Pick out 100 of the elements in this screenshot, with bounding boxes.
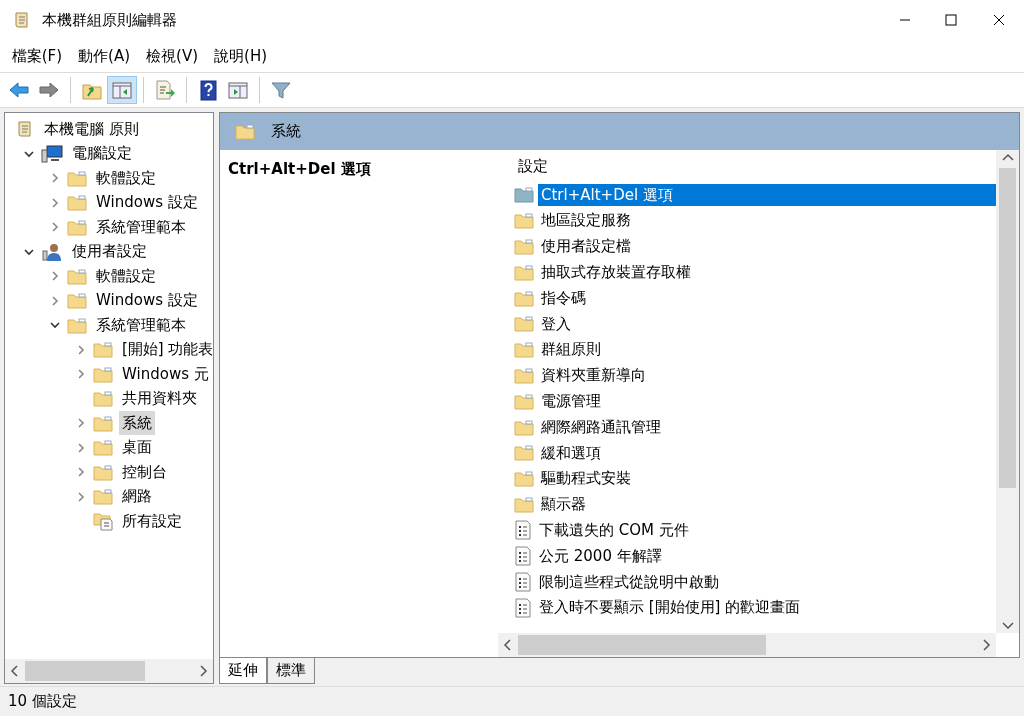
settings-list-icon <box>514 597 532 618</box>
folder-icon <box>514 289 534 307</box>
chevron-right-icon[interactable] <box>75 490 87 503</box>
filter-icon <box>270 79 292 101</box>
folder-icon <box>67 292 87 309</box>
list-item[interactable]: 公元 2000 年解譯 <box>536 544 665 568</box>
export-list-icon <box>154 79 176 101</box>
chevron-right-icon[interactable] <box>49 172 61 184</box>
list-item[interactable]: 指令碼 <box>538 286 589 310</box>
tree-item[interactable]: Windows 設定 <box>93 288 201 313</box>
folder-icon <box>93 341 113 358</box>
show-pane-icon <box>227 79 249 101</box>
chevron-right-icon[interactable] <box>49 294 61 307</box>
list-item[interactable]: 抽取式存放裝置存取權 <box>538 261 694 284</box>
folder-icon <box>235 123 255 140</box>
folder-icon <box>514 315 534 333</box>
tree-item[interactable]: [開始] 功能表 <box>119 337 213 362</box>
column-header[interactable]: 設定 <box>498 150 996 182</box>
folder-icon <box>67 267 87 285</box>
chevron-right-icon[interactable] <box>75 417 87 429</box>
back-arrow-icon <box>8 79 30 101</box>
help-icon <box>197 79 219 101</box>
folder-settings-icon <box>93 511 113 531</box>
menu-item[interactable]: 動作(A) <box>70 44 139 68</box>
folder-icon <box>514 186 534 204</box>
folder-icon <box>93 488 113 505</box>
chevron-right-icon[interactable] <box>49 221 61 233</box>
menu-item[interactable]: 檢視(V) <box>138 44 207 68</box>
close-icon <box>993 14 1005 26</box>
chevron-right-icon[interactable] <box>75 343 87 356</box>
folder-icon <box>514 263 534 281</box>
folder-icon <box>514 238 534 255</box>
tree-item[interactable]: 網路 <box>119 484 155 509</box>
chevron-right-icon[interactable] <box>49 196 61 209</box>
list-item[interactable]: 驅動程式安裝 <box>538 467 634 490</box>
folder-icon <box>67 316 87 334</box>
tree-item[interactable]: 軟體設定 <box>93 263 159 289</box>
computer-icon <box>41 143 63 164</box>
tree-item[interactable]: 電腦設定 <box>69 141 135 166</box>
folder-icon <box>514 418 534 436</box>
chevron-right-icon[interactable] <box>75 368 87 380</box>
list-item[interactable]: 登入 <box>538 312 574 336</box>
menu-item[interactable]: 檔案(F) <box>3 44 71 68</box>
settings-list-icon <box>514 520 532 541</box>
maximize-icon <box>945 14 957 26</box>
chevron-down-icon[interactable] <box>49 319 61 331</box>
forward-arrow-icon <box>38 79 60 101</box>
list-item[interactable]: 顯示器 <box>538 493 589 516</box>
tree-item[interactable]: 共用資料夾 <box>119 386 200 411</box>
tree-item[interactable]: 所有設定 <box>119 508 185 534</box>
folder-icon <box>93 390 113 407</box>
list-item[interactable]: 電源管理 <box>538 390 604 413</box>
list-item[interactable]: 網際網路通訊管理 <box>538 415 664 439</box>
folder-icon <box>67 194 87 211</box>
list-item[interactable]: 群組原則 <box>538 338 604 361</box>
tab[interactable]: 延伸 <box>219 658 267 684</box>
list-item[interactable]: 緩和選項 <box>538 441 604 465</box>
tree-item[interactable]: 使用者設定 <box>69 239 150 264</box>
tree-item[interactable]: 軟體設定 <box>93 165 159 191</box>
settings-list-icon <box>514 546 532 567</box>
description-title: Ctrl+Alt+Del 選項 <box>228 159 372 180</box>
folder-icon <box>67 169 87 187</box>
list-item[interactable]: 資料夾重新導向 <box>538 364 649 387</box>
tab[interactable]: 標準 <box>267 658 315 684</box>
folder-icon <box>514 212 534 230</box>
tree-item[interactable]: 本機電腦 原則 <box>41 116 142 142</box>
chevron-right-icon[interactable] <box>75 441 87 454</box>
list-item[interactable]: 登入時不要顯示 [開始使用] 的歡迎畫面 <box>536 596 804 619</box>
tree-item[interactable]: 控制台 <box>119 459 170 485</box>
show-tree-icon <box>111 79 133 101</box>
tree-item[interactable]: 桌面 <box>119 435 155 460</box>
tree-item[interactable]: Windows 設定 <box>93 190 201 215</box>
list-item[interactable]: 使用者設定檔 <box>538 235 634 258</box>
menu-item[interactable]: 說明(H) <box>206 44 275 68</box>
chevron-right-icon[interactable] <box>49 270 61 282</box>
tree-item[interactable]: 系統管理範本 <box>93 214 189 240</box>
folder-icon <box>93 365 113 383</box>
folder-icon <box>514 366 534 384</box>
header-title: 系統 <box>271 121 301 143</box>
folder-icon <box>93 414 113 432</box>
list-item[interactable]: 地區設定服務 <box>538 209 634 232</box>
folder-icon <box>93 463 113 481</box>
chevron-right-icon[interactable] <box>75 466 87 478</box>
list-item[interactable]: 限制這些程式從說明中啟動 <box>536 570 722 594</box>
list-item[interactable]: 下載遺失的 COM 元件 <box>536 519 692 542</box>
scrollbar-thumb[interactable] <box>25 661 145 681</box>
window-title: 本機群組原則編輯器 <box>42 9 178 31</box>
settings-list-icon <box>514 571 532 592</box>
folder-icon <box>514 470 534 488</box>
status-text: 10 個設定 <box>8 691 77 713</box>
folder-icon <box>93 439 113 456</box>
tree-item[interactable]: Windows 元 <box>119 361 212 387</box>
folder-icon <box>514 495 534 513</box>
tree-item[interactable]: 系統管理範本 <box>93 312 189 338</box>
folder-icon <box>514 392 534 410</box>
scrollbar-thumb[interactable] <box>999 168 1016 488</box>
user-icon <box>41 241 63 262</box>
scrollbar-thumb[interactable] <box>518 635 766 656</box>
list-item[interactable]: Ctrl+Alt+Del 選項 <box>538 183 996 207</box>
tree-item[interactable]: 系統 <box>119 410 155 436</box>
